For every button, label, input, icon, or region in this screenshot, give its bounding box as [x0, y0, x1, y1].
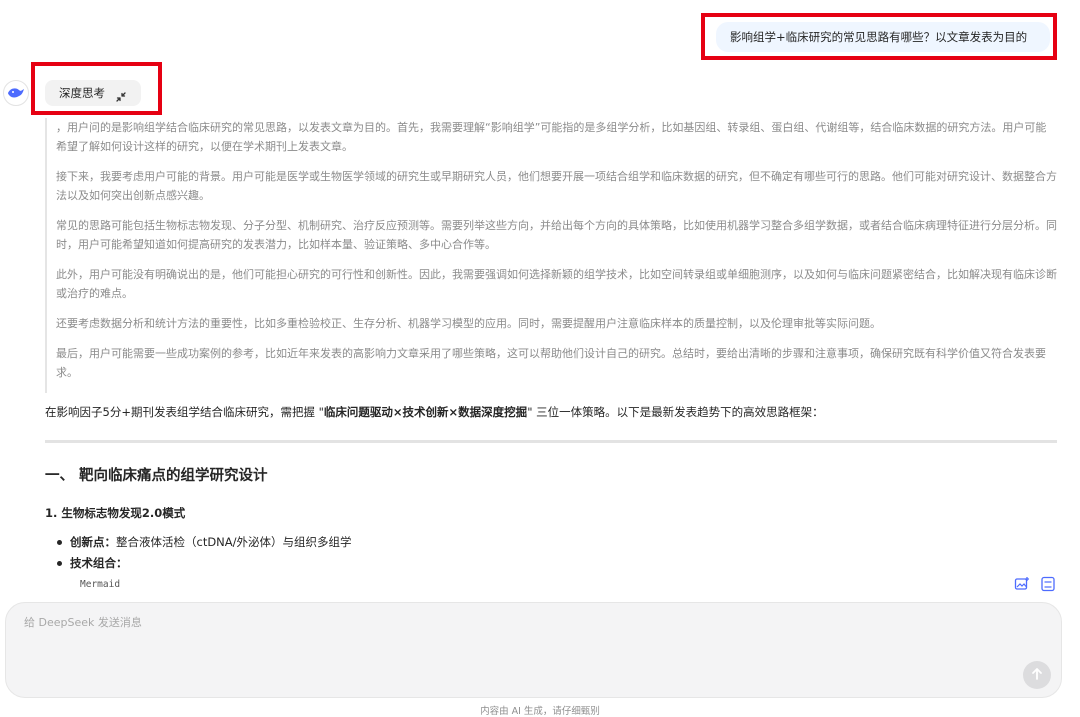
thinking-paragraph: ，用户问的是影响组学结合临床研究的常见思路，以发表文章为目的。首先，我需要理解“… [56, 121, 1047, 153]
subsection-heading: 1. 生物标志物发现2.0模式 [45, 506, 186, 520]
svg-icon[interactable] [1040, 576, 1056, 592]
list-item: 创新点：整合液体活检（ctDNA/外泌体）与组织多组学 [52, 532, 352, 553]
deepseek-whale-icon [3, 80, 29, 106]
bullet-list: 创新点：整合液体活检（ctDNA/外泌体）与组织多组学 技术组合： [52, 532, 352, 574]
bullet-label: 创新点： [70, 535, 116, 549]
answer-intro-bold: 临床问题驱动×技术创新×数据深度挖掘 [323, 405, 528, 419]
thinking-paragraph: 常见的思路可能包括生物标志物发现、分子分型、机制研究、治疗反应预测等。需要列举这… [56, 219, 1057, 251]
answer-intro-post: " 三位一体策略。以下是最新发表趋势下的高效思路框架： [527, 405, 824, 419]
thinking-paragraph: 还要考虑数据分析和统计方法的重要性，比如多重检验校正、生存分析、机器学习模型的应… [56, 317, 881, 330]
thinking-process: ，用户问的是影响组学结合临床研究的常见思路，以发表文章为目的。首先，我需要理解“… [45, 118, 1057, 393]
code-block-actions [1014, 576, 1056, 592]
send-button[interactable] [1023, 661, 1051, 689]
add-image-icon[interactable] [1014, 576, 1030, 592]
answer-intro-pre: 在影响因子5分+期刊发表组学结合临床研究，需把握 " [45, 405, 324, 419]
bullet-text: 整合液体活检（ctDNA/外泌体）与组织多组学 [116, 535, 352, 549]
red-highlight-box-deepthink [31, 62, 162, 115]
section-divider [45, 440, 1057, 443]
section-heading: 一、 靶向临床痛点的组学研究设计 [45, 468, 268, 484]
answer-intro: 在影响因子5分+期刊发表组学结合临床研究，需把握 "临床问题驱动×技术创新×数据… [45, 402, 1057, 422]
list-item: 技术组合： [52, 553, 352, 574]
thinking-paragraph: 接下来，我要考虑用户可能的背景。用户可能是医学或生物医学领域的研究生或早期研究人… [56, 170, 1057, 202]
bullet-label: 技术组合： [70, 556, 128, 570]
code-block-language: Mermaid [80, 579, 121, 590]
message-input[interactable] [24, 612, 924, 632]
red-highlight-box-question [701, 13, 1057, 60]
thinking-paragraph: 此外，用户可能没有明确说出的是，他们可能担心研究的可行性和创新性。因此，我需要强… [56, 268, 1057, 300]
arrow-up-icon [1030, 666, 1044, 685]
thinking-paragraph: 最后，用户可能需要一些成功案例的参考，比如近年来发表的高影响力文章采用了哪些策略… [56, 347, 1046, 379]
message-composer [5, 602, 1062, 698]
ai-disclaimer: 内容由 AI 生成，请仔细甄别 [480, 706, 600, 717]
